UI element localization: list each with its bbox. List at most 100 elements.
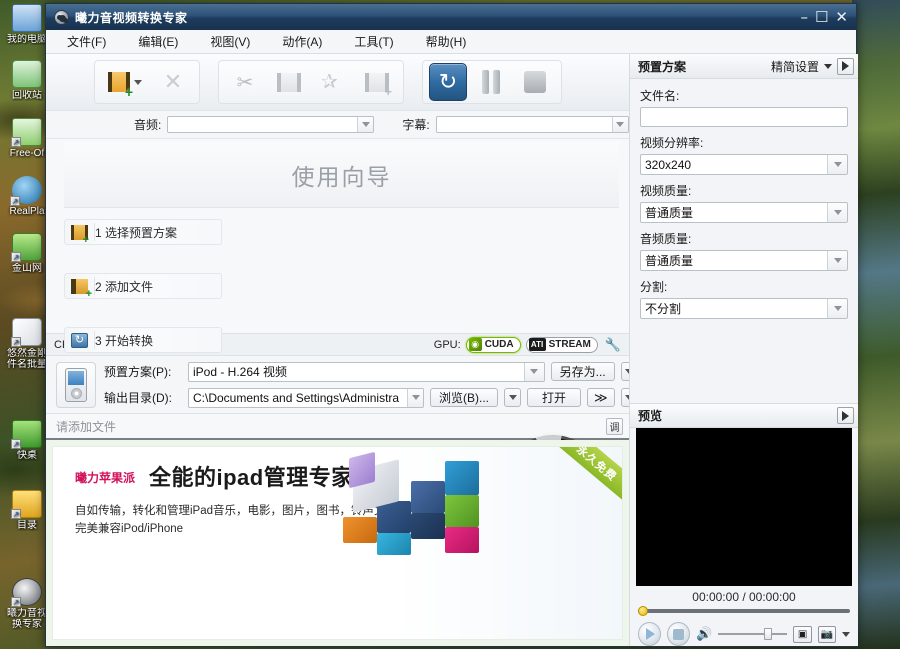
video-quality-select[interactable]: 普通质量 <box>640 202 848 223</box>
convert-button[interactable]: ↻ <box>429 63 467 101</box>
menu-item-file[interactable]: 文件(F) <box>64 31 109 52</box>
ipod-clickwheel <box>70 387 82 399</box>
maximize-button[interactable]: ☐ <box>815 10 828 25</box>
video-resolution-value: 320x240 <box>645 157 692 172</box>
merge-button[interactable] <box>357 63 397 101</box>
split-select[interactable]: 不分割 <box>640 298 848 319</box>
skip-lock-icon[interactable]: ≫ <box>587 388 615 407</box>
window-controls: – ☐ ✕ <box>800 10 852 25</box>
clip-button[interactable] <box>269 63 309 101</box>
chevron-down-icon[interactable] <box>523 362 544 381</box>
camera-icon[interactable]: 📷 <box>817 625 836 643</box>
play-button[interactable] <box>638 622 662 646</box>
chevron-down-icon[interactable] <box>827 203 847 222</box>
chevron-down-icon[interactable] <box>827 299 847 318</box>
stop-button[interactable] <box>515 63 555 101</box>
realplayer-icon: ↗ <box>10 176 42 206</box>
advertisement-banner[interactable]: 曦力苹果派 全能的ipad管理专家 自如传输，转化和管理iPad音乐，电影，图片… <box>46 440 629 646</box>
stop-icon <box>673 628 685 640</box>
cut-button[interactable]: ✂ <box>225 63 265 101</box>
split-value: 不分割 <box>645 302 682 316</box>
chevron-down-icon[interactable] <box>134 79 142 85</box>
preview-screen[interactable] <box>636 428 852 586</box>
filename-input[interactable] <box>640 107 848 127</box>
preset-select[interactable]: iPod - H.264 视频 <box>188 361 545 382</box>
guide-step-1[interactable]: 1 选择预置方案 <box>64 219 222 245</box>
toolbar-group-edit: ✂ ✰ <box>218 60 404 104</box>
remove-x-icon: ✕ <box>163 69 183 94</box>
audio-quality-value: 普通质量 <box>645 254 694 268</box>
add-file-icon <box>108 72 133 98</box>
download-icon: ↗ <box>11 420 42 449</box>
chevron-down-icon[interactable] <box>824 63 832 69</box>
chevron-down-icon[interactable] <box>827 251 847 270</box>
effects-star-icon: ✰ <box>321 70 338 93</box>
settings-mode-label[interactable]: 精简设置 <box>771 58 819 75</box>
audio-quality-select[interactable]: 普通质量 <box>640 250 848 271</box>
preset-select-value: iPod - H.264 视频 <box>193 365 288 379</box>
chevron-down-icon[interactable] <box>357 117 374 132</box>
chevron-down-icon[interactable] <box>827 155 847 174</box>
stop-button[interactable] <box>667 622 691 646</box>
audio-select[interactable] <box>167 116 375 133</box>
menu-item-tools[interactable]: 工具(T) <box>351 31 396 52</box>
snapshot-folder-icon[interactable]: ▣ <box>793 625 812 643</box>
step-divider <box>94 223 95 241</box>
volume-slider[interactable] <box>718 628 788 640</box>
chevron-down-icon[interactable] <box>842 631 850 637</box>
merge-film-icon <box>365 72 392 97</box>
menu-item-edit[interactable]: 编辑(E) <box>135 31 181 52</box>
effects-button[interactable]: ✰ <box>313 63 353 101</box>
toolbar-group-transport: ↻ <box>422 60 562 104</box>
guide-step-2[interactable]: 2 添加文件 <box>64 273 222 299</box>
close-button[interactable]: ✕ <box>835 10 848 25</box>
ati-stream-badge[interactable]: ATI STREAM <box>525 336 598 353</box>
guide-step-3[interactable]: ↻ 3 开始转换 <box>64 327 222 353</box>
menu-item-action[interactable]: 动作(A) <box>279 31 325 52</box>
video-resolution-select[interactable]: 320x240 <box>640 154 848 175</box>
ad-brand: 曦力苹果派 <box>75 471 136 485</box>
add-file-button[interactable] <box>101 63 149 101</box>
output-directory-value: C:\Documents and Settings\Administra <box>193 390 400 405</box>
cuda-badge[interactable]: ◉ CUDA <box>465 336 521 353</box>
remove-file-button[interactable]: ✕ <box>153 63 193 101</box>
film-reel-logo-icon <box>54 9 69 25</box>
browse-button[interactable]: 浏览(B)... <box>430 388 498 407</box>
shortcut-overlay-icon: ↗ <box>11 337 21 347</box>
menu-item-view[interactable]: 视图(V) <box>207 31 253 52</box>
preset-label: 预置方案(P): <box>104 365 172 379</box>
split-label: 分割: <box>640 280 668 294</box>
wrench-icon[interactable]: 🔧 <box>603 337 623 353</box>
seek-track <box>638 609 850 613</box>
volume-track <box>718 633 788 635</box>
volume-knob[interactable] <box>764 628 773 640</box>
stream-badge-label: STREAM <box>548 339 591 350</box>
batch-rename-icon: ↗ <box>11 318 42 347</box>
seek-knob[interactable] <box>638 606 648 616</box>
seek-slider[interactable] <box>638 606 850 616</box>
pause-button[interactable] <box>471 63 511 101</box>
browse-dropdown-button[interactable] <box>504 388 521 407</box>
shortcut-overlay-icon: ↗ <box>11 597 21 607</box>
expand-right-icon[interactable] <box>837 57 854 75</box>
minimize-button[interactable]: – <box>800 10 808 25</box>
expand-right-icon[interactable] <box>837 407 854 424</box>
title-bar[interactable]: 曦力音视频转换专家 – ☐ ✕ <box>46 4 856 30</box>
video-quality-label: 视频质量: <box>640 184 692 198</box>
player-controls: 🔊 ▣ 📷 <box>630 616 858 646</box>
open-button[interactable]: 打开 <box>527 388 582 407</box>
filename-label: 文件名: <box>640 89 680 103</box>
menu-item-help[interactable]: 帮助(H) <box>423 31 470 52</box>
list-view-icon[interactable]: 调 <box>606 417 623 435</box>
speaker-icon[interactable]: 🔊 <box>696 626 712 642</box>
chevron-down-icon[interactable] <box>611 117 628 132</box>
nvidia-eye-icon: ◉ <box>468 338 482 351</box>
subtitle-select[interactable] <box>435 116 629 133</box>
preview-panel-header: 预览 <box>630 403 858 428</box>
guide-banner: 使用向导 <box>64 142 619 208</box>
save-as-button[interactable]: 另存为... <box>550 362 615 381</box>
file-list-placeholder: 请添加文件 <box>56 419 117 434</box>
chevron-down-icon[interactable] <box>407 388 423 407</box>
audio-subtitle-row: 音频: 字幕: <box>46 111 629 139</box>
output-directory-select[interactable]: C:\Documents and Settings\Administra <box>188 387 424 408</box>
